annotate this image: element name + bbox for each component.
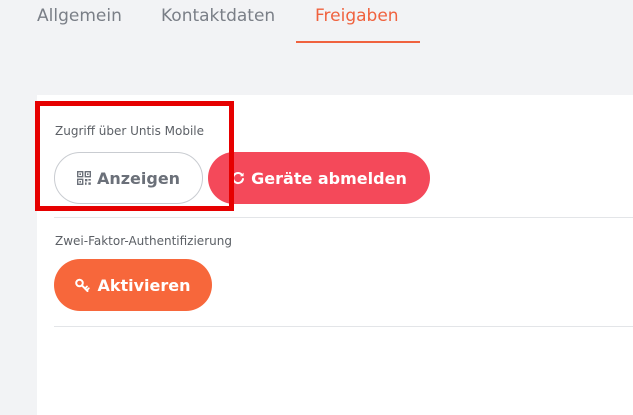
qr-code-icon [76, 171, 91, 185]
tab-kontaktdaten[interactable]: Kontaktdaten [161, 6, 275, 26]
section-divider [54, 326, 633, 327]
tab-bar: Allgemein Kontaktdaten Freigaben [0, 0, 633, 60]
activate-2fa-button[interactable]: Aktivieren [54, 259, 212, 311]
tab-freigaben[interactable]: Freigaben [315, 6, 399, 26]
show-button-label: Anzeigen [96, 168, 181, 188]
untis-mobile-label: Zugriff über Untis Mobile [55, 124, 205, 138]
settings-card: Zugriff über Untis Mobile Anzeigen Gerät… [37, 95, 633, 415]
active-tab-indicator [296, 41, 420, 43]
logout-devices-button[interactable]: Geräte abmelden [208, 152, 430, 204]
refresh-icon [231, 171, 245, 185]
section-divider [54, 217, 633, 218]
activate-2fa-label: Aktivieren [97, 275, 191, 295]
show-button[interactable]: Anzeigen [54, 152, 203, 204]
logout-devices-label: Geräte abmelden [251, 168, 407, 188]
key-icon [75, 278, 91, 292]
two-factor-label: Zwei-Faktor-Authentifizierung [55, 234, 232, 248]
tab-allgemein[interactable]: Allgemein [37, 6, 122, 26]
